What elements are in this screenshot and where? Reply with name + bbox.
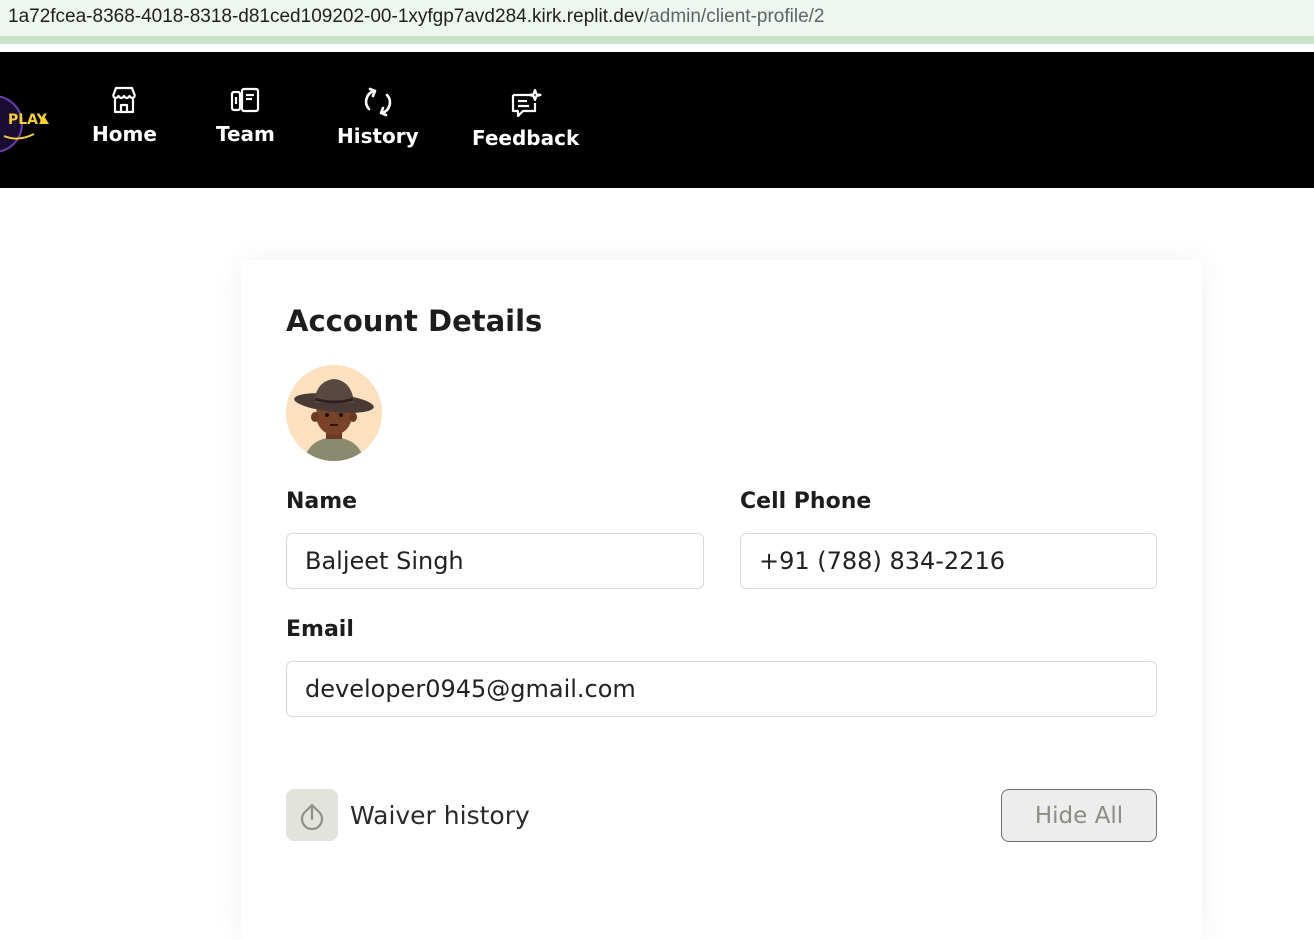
- browser-url-bar[interactable]: 1a72fcea-8368-4018-8318-d81ced109202-00-…: [0, 0, 1314, 44]
- name-field[interactable]: [286, 533, 704, 589]
- store-icon: [106, 82, 142, 118]
- nav-label-feedback: Feedback: [472, 126, 580, 150]
- nav-item-feedback[interactable]: Feedback: [472, 86, 579, 150]
- feedback-icon: [508, 86, 544, 122]
- brand-logo[interactable]: PLAY: [0, 94, 56, 154]
- nav-label-history: History: [337, 124, 419, 148]
- nav-label-team: Team: [216, 122, 275, 146]
- top-navigation: PLAY Home Team History Feedback: [0, 52, 1314, 188]
- email-label: Email: [286, 617, 354, 642]
- page-title: Account Details: [286, 304, 543, 338]
- cell-phone-field[interactable]: [740, 533, 1157, 589]
- waiver-history-toggle[interactable]: Waiver history: [286, 789, 530, 841]
- url-path: /admin/client-profile/2: [643, 6, 825, 27]
- account-details-card: Account Details Name Cell Phone: [241, 260, 1202, 940]
- nav-item-home[interactable]: Home: [92, 82, 157, 146]
- nav-item-team[interactable]: Team: [216, 82, 275, 146]
- refresh-icon: [360, 84, 396, 120]
- team-icon: [227, 82, 263, 118]
- url-host: 1a72fcea-8368-4018-8318-d81ced109202-00-…: [8, 6, 644, 27]
- avatar[interactable]: [286, 365, 382, 461]
- nav-item-history[interactable]: History: [337, 84, 419, 148]
- email-field[interactable]: [286, 661, 1157, 717]
- upload-icon[interactable]: [286, 789, 338, 841]
- nav-label-home: Home: [92, 122, 157, 146]
- waiver-history-label: Waiver history: [350, 800, 530, 830]
- cell-phone-label: Cell Phone: [740, 489, 872, 514]
- name-label: Name: [286, 489, 358, 514]
- hide-all-button[interactable]: Hide All: [1001, 789, 1157, 842]
